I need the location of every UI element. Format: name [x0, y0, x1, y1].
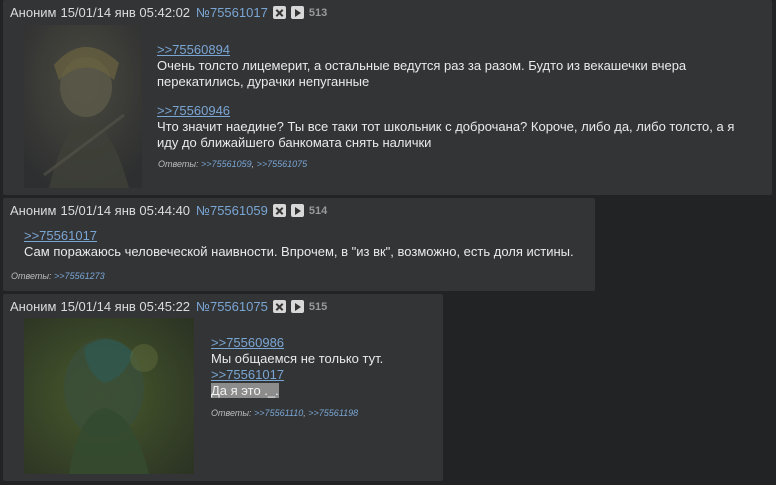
expand-post-icon[interactable] [290, 300, 304, 313]
post-message: >>75560986 Мы общаемся не только тут. >>… [211, 335, 436, 399]
post-header: Аноним 15/01/14 янв 05:44:40 №75561059 5… [10, 203, 327, 218]
message-line: Сам поражаюсь человеческой наивности. Вп… [24, 244, 574, 259]
replies-label: Ответы: [211, 408, 252, 418]
post-header: Аноним 15/01/14 янв 05:42:02 №75561017 5… [10, 5, 327, 20]
poster-name: Аноним [10, 203, 57, 218]
message-line: Очень толсто лицемерит, а остальные веду… [157, 58, 687, 73]
post-date: 15/01/14 янв 05:42:02 [60, 5, 191, 20]
selected-message-text: Да я это ._. [211, 383, 279, 398]
reply-backlink[interactable]: >>75561273 [54, 271, 105, 281]
post-message: >>75560894 Очень толсто лицемерит, а ост… [157, 42, 757, 151]
post-header: Аноним 15/01/14 янв 05:45:22 №75561075 5… [10, 299, 327, 314]
reply-link[interactable]: >>75561017 [24, 228, 590, 244]
reply-backlink[interactable]: >>75561075 [257, 159, 308, 169]
post-image-thumbnail[interactable] [24, 318, 194, 474]
reply-backlink[interactable]: >>75561059 [201, 159, 252, 169]
post-index: 514 [308, 204, 328, 217]
message-line: Мы общаемся не только тут. [211, 351, 384, 366]
hide-post-icon[interactable] [272, 300, 286, 313]
replies-list: Ответы: >>75561273 [11, 271, 105, 281]
post: Аноним 15/01/14 янв 05:44:40 №75561059 5… [3, 198, 595, 291]
message-line: иду до ближайшего банкомата снять наличк… [157, 135, 432, 150]
post-index: 513 [308, 6, 328, 19]
reply-link[interactable]: >>75560946 [157, 103, 757, 119]
thumbnail-image [24, 25, 142, 188]
post-number-link[interactable]: №75561017 [196, 5, 268, 20]
replies-label: Ответы: [11, 271, 52, 281]
hide-post-icon[interactable] [272, 204, 286, 217]
post-message: >>75561017 Сам поражаюсь человеческой на… [24, 228, 590, 260]
post-number-link[interactable]: №75561075 [196, 299, 268, 314]
poster-name: Аноним [10, 5, 57, 20]
reply-backlink[interactable]: >>75561198 [308, 408, 358, 418]
hide-post-icon[interactable] [272, 6, 286, 19]
message-line: Что значит наедине? Ты все таки тот школ… [157, 119, 735, 134]
thumbnail-image [24, 318, 194, 474]
replies-label: Ответы: [158, 159, 199, 169]
post-index: 515 [308, 300, 328, 313]
post-image-thumbnail[interactable] [24, 25, 142, 188]
reply-link[interactable]: >>75561017 [211, 367, 436, 383]
replies-list: Ответы: >>75561059, >>75561075 [158, 159, 308, 169]
post-date: 15/01/14 янв 05:45:22 [60, 299, 191, 314]
message-line: перекатились, дурачки непуганные [157, 74, 370, 89]
expand-post-icon[interactable] [290, 6, 304, 19]
replies-list: Ответы: >>75561110, >>75561198 [211, 408, 359, 418]
post-number-link[interactable]: №75561059 [196, 203, 268, 218]
post-date: 15/01/14 янв 05:44:40 [60, 203, 191, 218]
reply-backlink[interactable]: >>75561110 [254, 408, 303, 418]
post: Аноним 15/01/14 янв 05:42:02 №75561017 5… [3, 0, 772, 195]
reply-link[interactable]: >>75560986 [211, 335, 436, 351]
reply-link[interactable]: >>75560894 [157, 42, 757, 58]
poster-name: Аноним [10, 299, 57, 314]
post: Аноним 15/01/14 янв 05:45:22 №75561075 5… [3, 294, 443, 481]
expand-post-icon[interactable] [290, 204, 304, 217]
